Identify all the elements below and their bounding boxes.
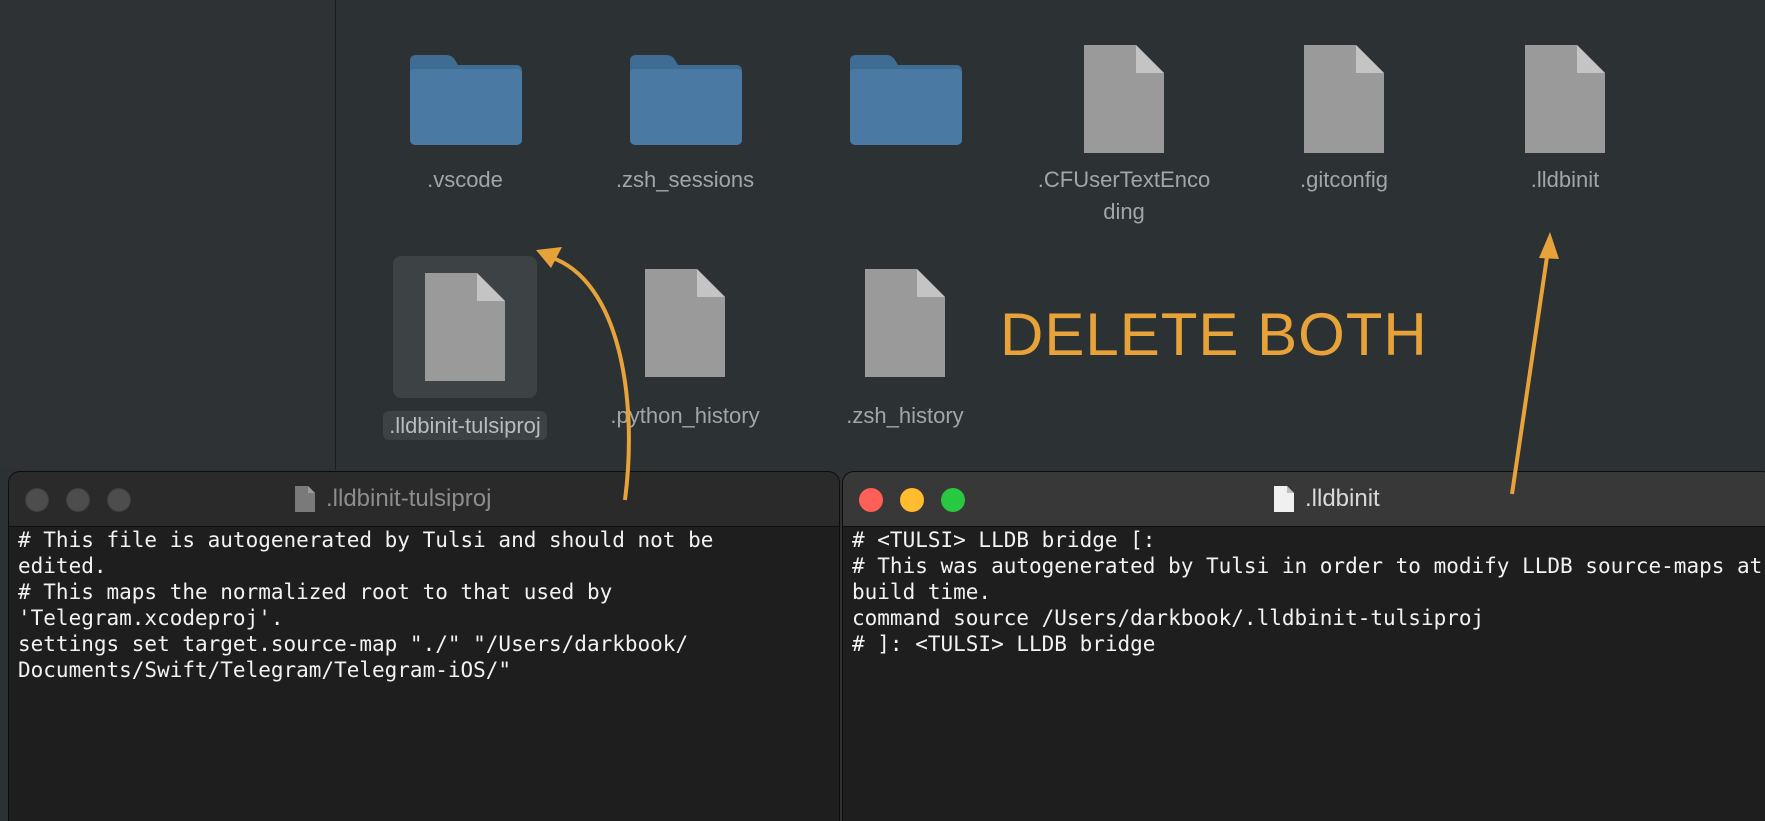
finder-item-label: .vscode bbox=[427, 167, 503, 192]
finder-item-label: .python_history bbox=[610, 403, 760, 428]
finder-item-lldbinit[interactable]: .lldbinit bbox=[1475, 34, 1655, 196]
finder-item-label: .zsh_history bbox=[846, 403, 964, 428]
text-editor-content[interactable]: # This file is autogenerated by Tulsi an… bbox=[18, 527, 839, 683]
textedit-window-lldbinit-tulsiproj[interactable]: .lldbinit-tulsiproj # This file is autog… bbox=[8, 471, 840, 821]
traffic-lights bbox=[859, 488, 965, 512]
document-icon bbox=[595, 258, 775, 388]
document-icon bbox=[1254, 34, 1434, 164]
text-editor-content[interactable]: # <TULSI> LLDB bridge [: # This was auto… bbox=[852, 527, 1765, 657]
document-icon bbox=[393, 256, 537, 398]
document-icon bbox=[815, 258, 995, 388]
finder-item-cfusertextencoding[interactable]: .CFUserTextEnco ding bbox=[1034, 34, 1214, 228]
window-title: .lldbinit-tulsiproj bbox=[294, 472, 491, 526]
finder-item-label: .lldbinit bbox=[1530, 167, 1600, 192]
document-icon bbox=[1034, 34, 1214, 164]
zoom-button[interactable] bbox=[107, 488, 131, 512]
finder-item-zsh-history[interactable]: .zsh_history bbox=[815, 258, 995, 432]
finder-item-vscode[interactable]: .vscode bbox=[375, 34, 555, 196]
window-title-text: .lldbinit-tulsiproj bbox=[326, 485, 492, 512]
minimize-button[interactable] bbox=[900, 488, 924, 512]
finder-item-label: .CFUserTextEnco ding bbox=[1037, 167, 1211, 224]
document-icon bbox=[1274, 486, 1294, 512]
finder-item-label: .gitconfig bbox=[1299, 167, 1389, 192]
folder-icon bbox=[815, 34, 995, 164]
close-button[interactable] bbox=[25, 488, 49, 512]
close-button[interactable] bbox=[859, 488, 883, 512]
finder-item-gitconfig[interactable]: .gitconfig bbox=[1254, 34, 1434, 196]
window-titlebar[interactable]: .lldbinit-tulsiproj bbox=[9, 472, 839, 527]
window-title-text: .lldbinit bbox=[1305, 485, 1380, 512]
minimize-button[interactable] bbox=[66, 488, 90, 512]
window-titlebar[interactable]: .lldbinit bbox=[843, 472, 1765, 527]
finder-sidebar bbox=[0, 0, 336, 470]
document-icon bbox=[295, 486, 315, 512]
finder-item-lldbinit-tulsiproj[interactable]: .lldbinit-tulsiproj bbox=[375, 256, 555, 442]
document-icon bbox=[1475, 34, 1655, 164]
zoom-button[interactable] bbox=[941, 488, 965, 512]
traffic-lights bbox=[25, 488, 131, 512]
finder-item-label: .zsh_sessions bbox=[615, 167, 755, 192]
annotation-text: DELETE BOTH bbox=[1000, 301, 1428, 368]
finder-item-zsh-sessions[interactable]: .zsh_sessions bbox=[595, 34, 775, 196]
window-title: .lldbinit bbox=[1273, 472, 1380, 526]
finder-item-python-history[interactable]: .python_history bbox=[595, 258, 775, 432]
folder-icon bbox=[595, 34, 775, 164]
textedit-window-lldbinit[interactable]: .lldbinit # <TULSI> LLDB bridge [: # Thi… bbox=[842, 471, 1765, 821]
finder-item-label: .lldbinit-tulsiproj bbox=[383, 411, 547, 440]
finder-item-folder[interactable] bbox=[815, 34, 995, 164]
folder-icon bbox=[375, 34, 555, 164]
